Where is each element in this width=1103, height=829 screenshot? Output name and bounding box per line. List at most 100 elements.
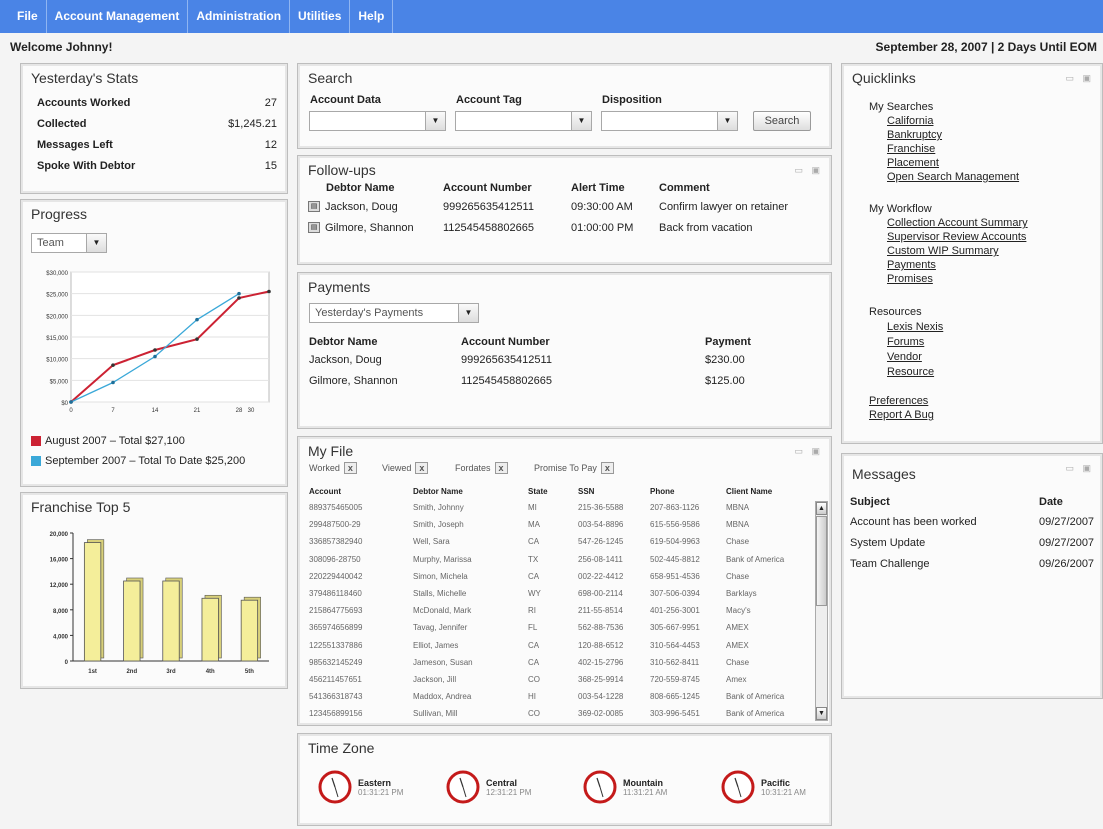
remove-filter-icon[interactable]: x <box>415 462 429 474</box>
myfile-cell: 658-951-4536 <box>650 571 700 581</box>
menu-administration[interactable]: Administration <box>188 0 291 33</box>
myfile-cell: WY <box>528 589 541 598</box>
account-number: 999265635412511 <box>461 354 552 366</box>
menu-utilities[interactable]: Utilities <box>290 0 351 33</box>
scroll-up-icon[interactable]: ▲ <box>816 502 827 515</box>
panel-controls-icon[interactable]: ▭ ▣ <box>1065 463 1094 474</box>
menu-file[interactable]: File <box>9 0 47 33</box>
chevron-down-icon[interactable]: ▼ <box>458 304 478 322</box>
ql-link-promises[interactable]: Promises <box>887 273 933 285</box>
y-tick-label: 4,000 <box>53 634 69 640</box>
ql-link-vendor[interactable]: Vendor <box>887 351 922 363</box>
timezone-name: Eastern <box>358 777 392 788</box>
ql-link-resource[interactable]: Resource <box>887 366 934 378</box>
myfile-cell: HI <box>528 692 536 702</box>
x-tick-label: 7 <box>111 408 115 414</box>
ql-link-bankruptcy[interactable]: Bankruptcy <box>887 129 942 141</box>
payments-title: Payments <box>308 279 371 295</box>
chevron-down-icon[interactable]: ▼ <box>425 112 445 130</box>
bar <box>83 542 102 662</box>
remove-filter-icon[interactable]: x <box>494 462 508 474</box>
ql-link-lexis-nexis[interactable]: Lexis Nexis <box>887 321 943 333</box>
myfile-cell: Stalls, Michelle <box>413 589 467 598</box>
myfile-cell: 299487500-29 <box>309 520 361 530</box>
account-tag-select[interactable]: ▼ <box>455 111 592 131</box>
ql-link-custom-wip-summary[interactable]: Custom WIP Summary <box>887 245 999 257</box>
myfile-title: My File <box>308 443 354 459</box>
scroll-down-icon[interactable]: ▼ <box>816 707 827 720</box>
myfile-cell: Tavag, Jennifer <box>413 623 468 633</box>
myfile-cell: 698-00-2114 <box>578 589 623 598</box>
myfile-cell: 456211457651 <box>309 675 362 684</box>
panel-controls-icon[interactable]: ▭ ▣ <box>794 446 823 457</box>
scroll-thumb[interactable] <box>816 516 827 606</box>
x-tick-label: 4th <box>206 669 215 675</box>
ql-link-franchise[interactable]: Franchise <box>887 143 935 155</box>
ql-group-head: My Searches <box>869 101 934 113</box>
panel-controls-icon[interactable]: ▭ ▣ <box>794 165 823 176</box>
disposition-select[interactable]: ▼ <box>601 111 738 131</box>
stat-value: 12 <box>264 139 277 151</box>
ql-link-collection-account-summary[interactable]: Collection Account Summary <box>887 217 1028 229</box>
progress-team-select[interactable]: Team ▼ <box>31 233 107 253</box>
ql-link-forums[interactable]: Forums <box>887 336 924 348</box>
ql-link-payments[interactable]: Payments <box>887 259 936 271</box>
myfile-cell: 305-667-9951 <box>650 623 700 633</box>
ql-link-report-a-bug[interactable]: Report A Bug <box>869 409 934 421</box>
data-point <box>153 354 157 359</box>
progress-panel: Progress Team ▼ $0 $5,000 $10,000 $15,000 $2… <box>20 199 288 487</box>
timezone-name: Mountain <box>623 777 663 788</box>
chevron-down-icon[interactable]: ▼ <box>717 112 737 130</box>
myfile-scrollbar[interactable]: ▲ ▼ <box>815 501 828 721</box>
account-data-select[interactable]: ▼ <box>309 111 446 131</box>
menu-account-management[interactable]: Account Management <box>47 0 189 33</box>
ql-link-placement[interactable]: Placement <box>887 157 939 169</box>
messages-title: Messages <box>852 466 916 482</box>
myfile-cell: 215864775693 <box>309 606 363 616</box>
col-debtor-name: Debtor Name <box>413 487 463 496</box>
y-tick-label: $5,000 <box>50 379 69 385</box>
alert-time: 09:30:00 AM <box>571 201 633 213</box>
myfile-cell: CA <box>528 657 540 667</box>
myfile-cell: 123456899156 <box>309 709 363 719</box>
disposition-label: Disposition <box>602 94 662 106</box>
chevron-down-icon[interactable]: ▼ <box>571 112 591 130</box>
myfile-cell: CA <box>528 571 540 581</box>
x-tick-label: 1st <box>88 669 97 675</box>
myfile-cell: 547-26-1245 <box>578 537 624 547</box>
ql-link-open-search-management[interactable]: Open Search Management <box>887 171 1019 183</box>
timezone-text: Mountain 11:31:21 AM <box>623 778 667 797</box>
bar <box>123 580 141 662</box>
ql-link-supervisor-review-accounts[interactable]: Supervisor Review Accounts <box>887 231 1026 243</box>
myfile-cell: 336857382940 <box>309 537 363 547</box>
search-button[interactable]: Search <box>753 111 811 131</box>
y-tick-label: 20,000 <box>50 532 69 538</box>
account-number: 999265635412511 <box>443 201 534 213</box>
ql-link-california[interactable]: California <box>887 115 933 127</box>
stats-row: Messages Left 12 <box>37 139 277 151</box>
myfile-cell: 003-54-1228 <box>578 692 624 702</box>
remove-filter-icon[interactable]: x <box>343 462 357 474</box>
calendar-icon[interactable]: ▤ <box>308 201 320 212</box>
calendar-icon[interactable]: ▤ <box>308 222 320 233</box>
comment: Confirm lawyer on retainer <box>659 201 788 213</box>
data-point <box>111 363 115 367</box>
myfile-cell: 619-504-9963 <box>650 537 700 547</box>
legend-label: September 2007 – Total To Date $25,200 <box>45 455 246 467</box>
myfile-cell: 256-08-1411 <box>578 554 623 564</box>
myfile-cell: AMEX <box>726 623 749 633</box>
filter-label: Viewed <box>382 463 412 473</box>
chevron-down-icon[interactable]: ▼ <box>86 234 106 252</box>
myfile-cell: TX <box>528 554 539 564</box>
messages-panel: Messages ▭ ▣ Subject Date Account has be… <box>841 453 1103 699</box>
myfile-cell: 889375465005 <box>309 503 363 512</box>
legend-swatch <box>31 436 41 446</box>
stat-label: Accounts Worked <box>37 97 131 109</box>
panel-controls-icon[interactable]: ▭ ▣ <box>1065 73 1094 84</box>
ql-link-preferences[interactable]: Preferences <box>869 395 928 407</box>
progress-title: Progress <box>31 206 88 222</box>
remove-filter-icon[interactable]: x <box>600 462 614 474</box>
menu-help[interactable]: Help <box>350 0 394 33</box>
myfile-cell: 379486118460 <box>309 589 362 598</box>
payments-period-select[interactable]: Yesterday's Payments ▼ <box>309 303 479 323</box>
